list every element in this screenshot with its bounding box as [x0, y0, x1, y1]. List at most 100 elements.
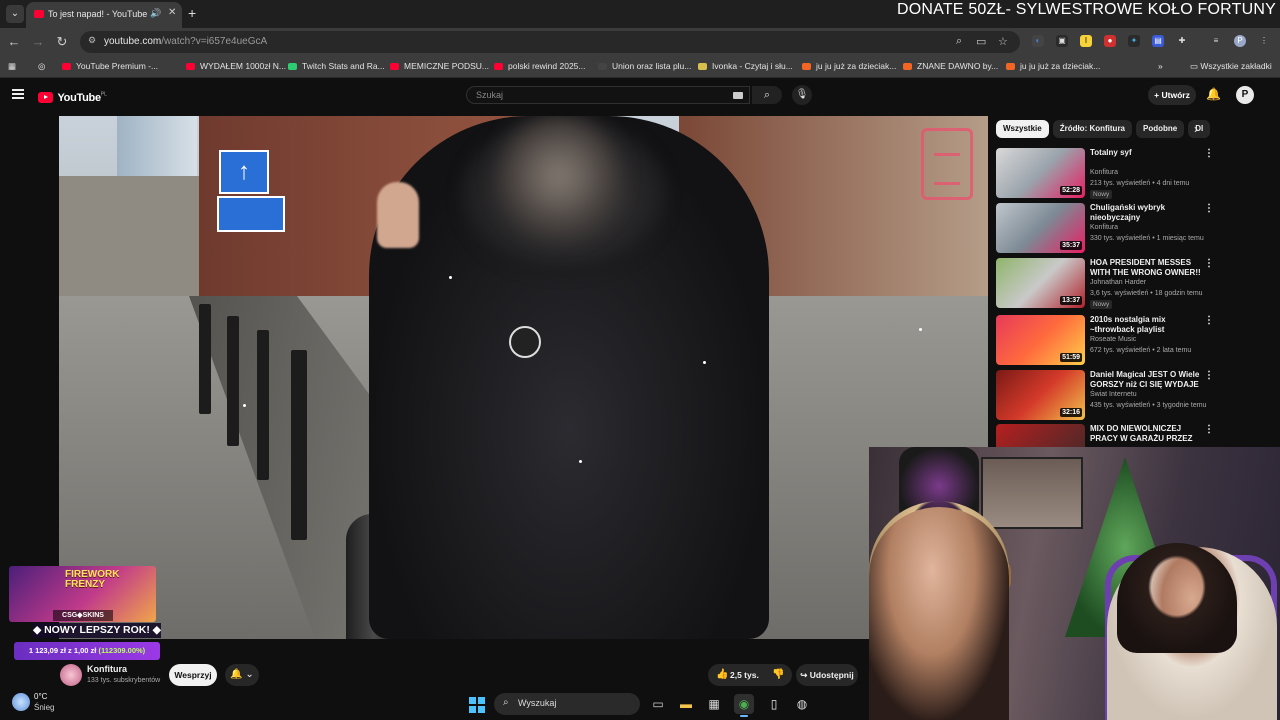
video-channel[interactable]: Świat Internetu — [1090, 391, 1137, 398]
bookmark-item[interactable]: polski rewind 2025... — [494, 61, 586, 71]
video-title[interactable]: HOA PRESIDENT MESSES WITH THE WRONG OWNE… — [1090, 258, 1202, 278]
bookmark-item[interactable]: Twitch Stats and Ra... — [288, 61, 385, 71]
cast-icon[interactable]: ▭ — [976, 35, 986, 48]
recommended-video[interactable]: 35:37 Chuligański wybryk nieobyczajny Konf… — [996, 203, 1218, 255]
chevron-right-icon[interactable]: › — [1194, 122, 1198, 136]
tab-search-icon[interactable]: ⌄ — [6, 5, 24, 23]
menu-kebab-icon[interactable]: ⋮ — [1258, 35, 1270, 47]
filter-chip[interactable]: Dl — [1188, 120, 1211, 138]
bookmark-item[interactable]: WYDAŁEM 1000zł N... — [186, 61, 286, 71]
new-tab-button[interactable]: + — [188, 5, 196, 21]
site-info-icon[interactable]: ⚙ — [88, 35, 100, 47]
video-thumbnail[interactable]: 13:37 — [996, 258, 1085, 308]
document-app-icon[interactable]: ▯ — [764, 694, 784, 714]
video-thumbnail[interactable]: 51:59 — [996, 315, 1085, 365]
extension-icon[interactable]: I — [1080, 35, 1092, 47]
more-bookmarks-icon[interactable]: » — [1158, 61, 1163, 71]
weather-widget[interactable]: 0°C Śnieg — [12, 690, 72, 718]
bookmark-item[interactable]: ju ju już za dzieciak... — [1006, 61, 1100, 71]
create-button[interactable]: + Utwórz — [1148, 85, 1196, 105]
chrome-icon[interactable]: ◉ — [734, 694, 754, 717]
video-thumbnail[interactable]: 32:16 — [996, 370, 1085, 420]
all-bookmarks[interactable]: ▭ Wszystkie zakładki — [1190, 61, 1272, 72]
recommended-video[interactable]: 52:28 Totalny syf Konfitura 213 tys. wyświe… — [996, 148, 1218, 200]
keyboard-icon[interactable] — [733, 92, 743, 99]
extension-icon[interactable]: ◐ — [1032, 35, 1044, 47]
bookmark-item[interactable]: Ivonka - Czytaj i słu... — [698, 61, 793, 71]
video-title[interactable]: MIX DO NIEWOLNICZEJ PRACY W GARAŻU PRZEZ… — [1090, 424, 1202, 444]
video-player[interactable]: ↑ — [59, 116, 988, 639]
subscription-bell-button[interactable]: 🔔 ⌄ — [225, 664, 259, 686]
video-title[interactable]: Chuligański wybryk nieobyczajny — [1090, 203, 1202, 223]
reading-list-icon[interactable]: ≡ — [1210, 35, 1222, 47]
extension-icon[interactable]: ▣ — [1056, 35, 1068, 47]
file-explorer-icon[interactable]: ▬ — [676, 694, 696, 714]
taskbar-search[interactable]: ⌕ Wyszukaj — [494, 693, 640, 715]
more-actions-icon[interactable]: ⋮ — [1204, 258, 1214, 269]
zoom-icon[interactable]: ⌕ — [956, 35, 962, 48]
video-channel[interactable]: Konfitura — [1090, 224, 1118, 231]
video-thumbnail[interactable]: 52:28 — [996, 148, 1085, 198]
bookmark-star-icon[interactable]: ☆ — [998, 35, 1008, 48]
app-icon[interactable]: ◍ — [792, 694, 812, 714]
back-button[interactable]: ← — [6, 34, 22, 49]
filter-chip[interactable]: Źródło: Konfitura — [1052, 120, 1133, 138]
extension-icon[interactable]: ● — [1104, 35, 1116, 47]
bookmark-icon[interactable]: ◎ — [38, 61, 45, 72]
filter-chip[interactable]: Wszystkie — [996, 120, 1049, 138]
video-title[interactable]: Daniel Magical JEST O Wiele GORSZY niż C… — [1090, 370, 1202, 390]
recommendations-panel: Wszystkie Źródło: Konfitura Podobne Dl › 52… — [994, 118, 1218, 448]
video-title[interactable]: 2010s nostalgia mix ~throwback playlist — [1090, 315, 1202, 335]
speaker-icon[interactable]: 🔊 — [150, 8, 161, 19]
recommended-video[interactable]: MIX DO NIEWOLNICZEJ PRACY W GARAŻU PRZEZ… — [996, 424, 1218, 448]
address-bar[interactable]: ⚙ youtube.com/watch?v=i657e4ueGcA ⌕ ▭ ☆ — [80, 31, 1020, 53]
search-button[interactable]: ⌕ — [752, 86, 782, 104]
bookmark-item[interactable]: ju ju już za dzieciak... — [802, 61, 896, 71]
youtube-logo[interactable]: YouTubePL — [38, 89, 107, 107]
share-button[interactable]: ↪ Udostępnij — [796, 664, 858, 686]
video-title[interactable]: Totalny syf — [1090, 148, 1202, 158]
video-channel[interactable]: Konfitura — [1090, 169, 1118, 176]
bookmark-item[interactable]: Union oraz lista plu... — [598, 61, 691, 71]
browser-tab[interactable]: To jest napad! - YouTube 🔊 ✕ — [26, 2, 182, 28]
video-meta: 3,6 tys. wyświetleń • 18 godzin temu — [1090, 290, 1203, 297]
close-tab-icon[interactable]: ✕ — [168, 7, 176, 18]
video-thumbnail[interactable]: 35:37 — [996, 203, 1085, 253]
apps-grid-icon[interactable]: ▦ — [8, 61, 16, 72]
video-bollard — [227, 316, 239, 446]
profile-avatar[interactable]: P — [1234, 35, 1246, 47]
more-actions-icon[interactable]: ⋮ — [1204, 424, 1214, 435]
bookmark-item[interactable]: YouTube Premium -... — [62, 61, 158, 71]
recommended-video[interactable]: 32:16 Daniel Magical JEST O Wiele GORSZY … — [996, 370, 1218, 422]
task-view-icon[interactable]: ▭ — [648, 694, 668, 714]
windows-start-icon[interactable] — [469, 697, 485, 713]
guide-menu-icon[interactable] — [12, 89, 24, 99]
more-actions-icon[interactable]: ⋮ — [1204, 370, 1214, 381]
extensions-puzzle-icon[interactable]: ✚ — [1176, 35, 1188, 47]
recommended-video[interactable]: 13:37 HOA PRESIDENT MESSES WITH THE WRONG… — [996, 258, 1218, 310]
store-icon[interactable]: ▦ — [704, 694, 724, 714]
video-channel[interactable]: Roseate Music — [1090, 336, 1136, 343]
bookmark-item[interactable]: ZNANE DAWNO by... — [903, 61, 998, 71]
more-actions-icon[interactable]: ⋮ — [1204, 203, 1214, 214]
voice-search-icon[interactable]: 🎙 — [792, 85, 812, 105]
bookmark-item[interactable]: MEMICZNE PODSU... — [390, 61, 489, 71]
channel-avatar[interactable] — [60, 664, 82, 686]
dislike-button[interactable]: 👎 — [772, 664, 784, 686]
forward-button[interactable]: → — [30, 34, 46, 49]
support-button[interactable]: Wesprzyj — [169, 664, 217, 686]
filter-chip[interactable]: Podobne — [1136, 120, 1185, 138]
account-avatar[interactable]: P — [1236, 86, 1254, 104]
extension-icon[interactable]: ▤ — [1152, 35, 1164, 47]
more-actions-icon[interactable]: ⋮ — [1204, 148, 1214, 159]
more-actions-icon[interactable]: ⋮ — [1204, 315, 1214, 326]
extension-icon[interactable]: ✦ — [1128, 35, 1140, 47]
reload-button[interactable]: ↻ — [54, 34, 70, 50]
like-button[interactable]: 👍 — [716, 664, 728, 686]
recommended-video[interactable]: 51:59 2010s nostalgia mix ~throwback play… — [996, 315, 1218, 367]
video-thumbnail[interactable] — [996, 424, 1085, 448]
search-input[interactable]: Szukaj — [466, 86, 750, 104]
notifications-bell-icon[interactable]: 🔔 — [1206, 87, 1221, 101]
channel-name[interactable]: Konfitura — [87, 664, 127, 674]
video-channel[interactable]: Johnathan Harder — [1090, 279, 1146, 286]
